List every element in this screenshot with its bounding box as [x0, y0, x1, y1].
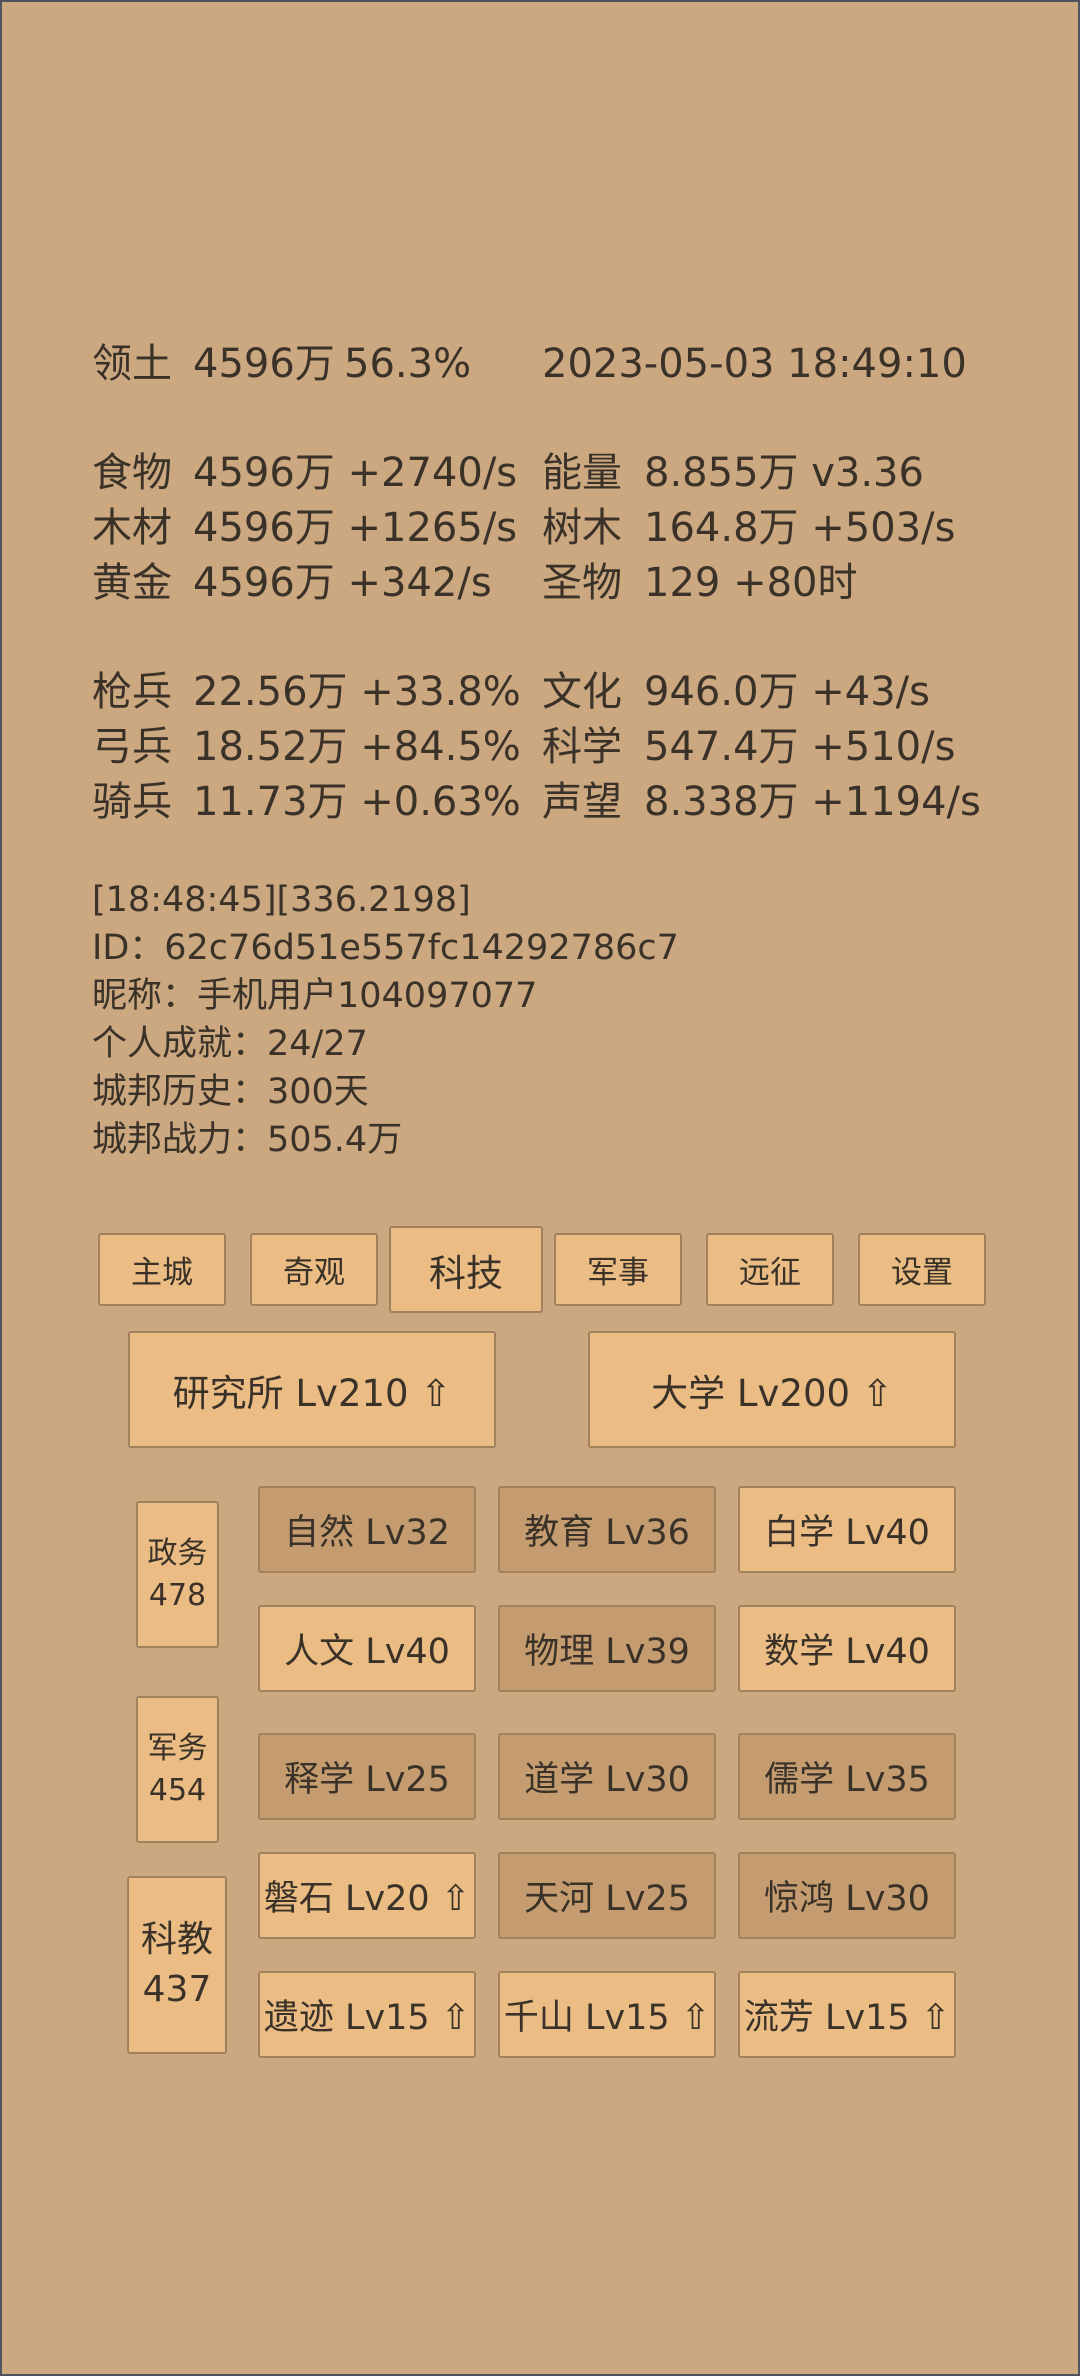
unit-value-2: 946.0万 +43/s	[644, 669, 930, 715]
skill-humanities[interactable]: 人文 Lv40	[258, 1605, 476, 1692]
resource-label: 食物	[92, 450, 172, 496]
skill-confucianism[interactable]: 儒学 Lv35	[738, 1733, 956, 1820]
skill-physics[interactable]: 物理 Lv39	[498, 1605, 716, 1692]
datetime: 2023-05-03 18:49:10	[542, 341, 967, 387]
unit-label: 弓兵	[92, 724, 172, 770]
player-achievement: 个人成就：24/27	[92, 1024, 368, 1064]
tab-wonders[interactable]: 奇观	[250, 1233, 378, 1306]
tab-main-city[interactable]: 主城	[98, 1233, 226, 1306]
resource-value: 4596万 +1265/s	[193, 505, 518, 551]
unit-label-2: 声望	[542, 779, 622, 825]
player-nickname: 昵称：手机用户104097077	[92, 976, 538, 1016]
unit-label: 骑兵	[92, 779, 172, 825]
research-institute-button[interactable]: 研究所 Lv210 ⇧	[128, 1331, 496, 1448]
tab-expedition[interactable]: 远征	[706, 1233, 834, 1306]
university-button[interactable]: 大学 Lv200 ⇧	[588, 1331, 956, 1448]
territory-percent: 56.3%	[344, 341, 472, 387]
unit-value-2: 547.4万 +510/s	[644, 724, 956, 770]
unit-label-2: 文化	[542, 669, 622, 715]
unit-label: 枪兵	[92, 669, 172, 715]
unit-value: 11.73万 +0.63%	[193, 779, 521, 825]
skill-education[interactable]: 教育 Lv36	[498, 1486, 716, 1573]
city-history: 城邦历史：300天	[92, 1072, 369, 1112]
city-power: 城邦战力：505.4万	[92, 1120, 403, 1160]
skill-buddhism[interactable]: 释学 Lv25	[258, 1733, 476, 1820]
tab-technology[interactable]: 科技	[389, 1226, 543, 1313]
skill-jinghong[interactable]: 惊鸿 Lv30	[738, 1852, 956, 1939]
unit-value: 18.52万 +84.5%	[193, 724, 521, 770]
resource-label: 木材	[92, 505, 172, 551]
category-name: 政务	[147, 1535, 208, 1571]
category-military-affairs[interactable]: 军务 454	[136, 1696, 219, 1843]
resource-value: 4596万 +342/s	[193, 560, 492, 606]
skill-relics[interactable]: 遗迹 Lv15 ⇧	[258, 1971, 476, 2058]
unit-value-2: 8.338万 +1194/s	[644, 779, 981, 825]
skill-mathematics[interactable]: 数学 Lv40	[738, 1605, 956, 1692]
territory-value: 4596万	[193, 341, 335, 387]
tab-military[interactable]: 军事	[554, 1233, 682, 1306]
category-science-education[interactable]: 科教 437	[127, 1876, 227, 2054]
category-administration[interactable]: 政务 478	[136, 1501, 219, 1648]
resource-label-2: 树木	[542, 505, 622, 551]
skill-panshi[interactable]: 磐石 Lv20 ⇧	[258, 1852, 476, 1939]
resource-label-2: 能量	[542, 450, 622, 496]
unit-label-2: 科学	[542, 724, 622, 770]
tab-settings[interactable]: 设置	[858, 1233, 986, 1306]
resource-value-2: 129 +80时	[644, 560, 858, 606]
resource-label: 黄金	[92, 560, 172, 606]
category-count: 437	[142, 1969, 212, 2010]
skill-tianhe[interactable]: 天河 Lv25	[498, 1852, 716, 1939]
resource-value-2: 164.8万 +503/s	[644, 505, 956, 551]
log-line: [18:48:45][336.2198]	[92, 880, 471, 920]
category-name: 军务	[147, 1730, 208, 1766]
territory-label: 领土	[92, 341, 172, 387]
category-count: 454	[148, 1772, 207, 1808]
category-count: 478	[148, 1577, 207, 1613]
player-id: ID：62c76d51e557fc14292786c7	[92, 928, 679, 968]
skill-nature[interactable]: 自然 Lv32	[258, 1486, 476, 1573]
resource-value-2: 8.855万 v3.36	[644, 450, 924, 496]
skill-qianshan[interactable]: 千山 Lv15 ⇧	[498, 1971, 716, 2058]
skill-liufang[interactable]: 流芳 Lv15 ⇧	[738, 1971, 956, 2058]
skill-taoism[interactable]: 道学 Lv30	[498, 1733, 716, 1820]
skill-baixue[interactable]: 白学 Lv40	[738, 1486, 956, 1573]
category-name: 科教	[140, 1918, 213, 1960]
unit-value: 22.56万 +33.8%	[193, 669, 521, 715]
resource-label-2: 圣物	[542, 560, 622, 606]
resource-value: 4596万 +2740/s	[193, 450, 518, 496]
